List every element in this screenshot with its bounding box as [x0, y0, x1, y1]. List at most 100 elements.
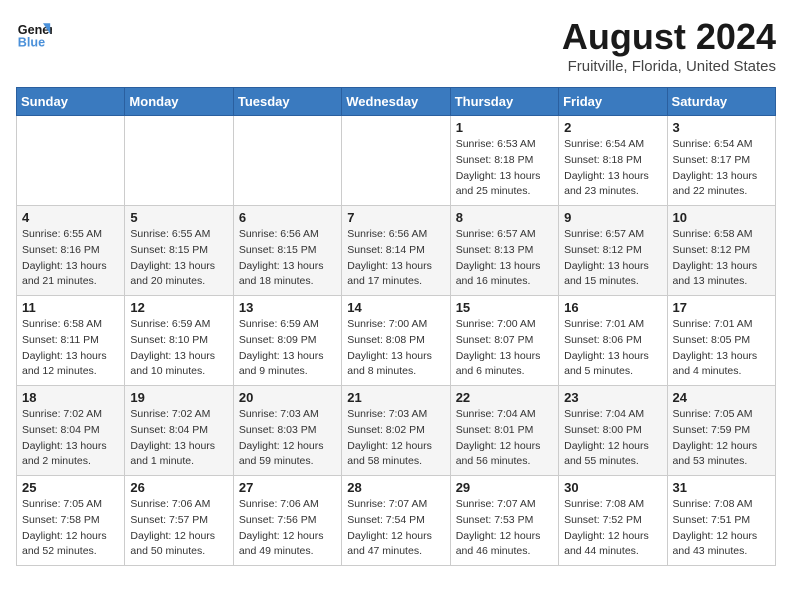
- cell-info: Sunrise: 7:01 AMSunset: 8:05 PMDaylight:…: [673, 317, 770, 380]
- calendar-cell: 4 Sunrise: 6:55 AMSunset: 8:16 PMDaylight…: [17, 206, 125, 296]
- cell-info: Sunrise: 7:02 AMSunset: 8:04 PMDaylight:…: [130, 407, 227, 470]
- calendar-cell: [342, 116, 450, 206]
- calendar-cell: 27Sunrise: 7:06 AMSunset: 7:56 PMDayligh…: [233, 476, 341, 566]
- day-number: 30: [564, 480, 661, 495]
- day-number: 8: [456, 210, 553, 225]
- cell-info: Sunrise: 7:05 AMSunset: 7:58 PMDaylight:…: [22, 497, 119, 560]
- calendar-cell: 30 Sunrise: 7:08 AMSunset: 7:52 PMDayligh…: [559, 476, 667, 566]
- calendar-cell: [125, 116, 233, 206]
- header-row: SundayMondayTuesdayWednesdayThursdayFrid…: [17, 88, 776, 116]
- cell-info: Sunrise: 7:02 AMSunset: 8:04 PMDaylight:…: [22, 407, 119, 470]
- calendar-cell: 2 Sunrise: 6:54 AMSunset: 8:18 PMDaylight…: [559, 116, 667, 206]
- cell-info: Sunrise: 6:54 AMSunset: 8:17 PMDaylight:…: [673, 137, 770, 200]
- calendar-cell: [233, 116, 341, 206]
- cell-info: Sunrise: 7:03 AMSunset: 8:02 PMDaylight:…: [347, 407, 444, 470]
- day-number: 1: [456, 120, 553, 135]
- cell-info: Sunrise: 7:08 AMSunset: 7:52 PMDaylight:…: [564, 497, 661, 560]
- cell-info: Sunrise: 7:05 AMSunset: 7:59 PMDaylight:…: [673, 407, 770, 470]
- day-number: 20: [239, 390, 336, 405]
- location-title: Fruitville, Florida, United States: [562, 58, 776, 75]
- cell-info: Sunrise: 6:59 AMSunset: 8:10 PMDaylight:…: [130, 317, 227, 380]
- month-title: August 2024: [562, 16, 776, 58]
- calendar-cell: 31Sunrise: 7:08 AMSunset: 7:51 PMDayligh…: [667, 476, 775, 566]
- cell-info: Sunrise: 6:56 AMSunset: 8:14 PMDaylight:…: [347, 227, 444, 290]
- calendar-cell: [17, 116, 125, 206]
- day-number: 13: [239, 300, 336, 315]
- day-header-friday: Friday: [559, 88, 667, 116]
- calendar-cell: 26 Sunrise: 7:06 AMSunset: 7:57 PMDayligh…: [125, 476, 233, 566]
- day-number: 15: [456, 300, 553, 315]
- calendar-cell: 23Sunrise: 7:04 AMSunset: 8:00 PMDayligh…: [559, 386, 667, 476]
- day-number: 25: [22, 480, 119, 495]
- calendar-cell: 7 Sunrise: 6:56 AMSunset: 8:14 PMDaylight…: [342, 206, 450, 296]
- day-number: 7: [347, 210, 444, 225]
- cell-info: Sunrise: 7:00 AMSunset: 8:08 PMDaylight:…: [347, 317, 444, 380]
- calendar-cell: 5 Sunrise: 6:55 AMSunset: 8:15 PMDaylight…: [125, 206, 233, 296]
- day-number: 5: [130, 210, 227, 225]
- day-number: 29: [456, 480, 553, 495]
- day-number: 9: [564, 210, 661, 225]
- day-header-monday: Monday: [125, 88, 233, 116]
- week-row-4: 18 Sunrise: 7:02 AMSunset: 8:04 PMDayligh…: [17, 386, 776, 476]
- day-number: 10: [673, 210, 770, 225]
- calendar-cell: 13 Sunrise: 6:59 AMSunset: 8:09 PMDayligh…: [233, 296, 341, 386]
- day-number: 26: [130, 480, 227, 495]
- calendar-cell: 3 Sunrise: 6:54 AMSunset: 8:17 PMDaylight…: [667, 116, 775, 206]
- calendar-cell: 21 Sunrise: 7:03 AMSunset: 8:02 PMDayligh…: [342, 386, 450, 476]
- cell-info: Sunrise: 6:59 AMSunset: 8:09 PMDaylight:…: [239, 317, 336, 380]
- day-number: 2: [564, 120, 661, 135]
- calendar-table: SundayMondayTuesdayWednesdayThursdayFrid…: [16, 87, 776, 566]
- day-number: 18: [22, 390, 119, 405]
- cell-info: Sunrise: 7:07 AMSunset: 7:54 PMDaylight:…: [347, 497, 444, 560]
- cell-info: Sunrise: 6:57 AMSunset: 8:13 PMDaylight:…: [456, 227, 553, 290]
- day-number: 23: [564, 390, 661, 405]
- calendar-cell: 9Sunrise: 6:57 AMSunset: 8:12 PMDaylight…: [559, 206, 667, 296]
- week-row-2: 4 Sunrise: 6:55 AMSunset: 8:16 PMDaylight…: [17, 206, 776, 296]
- cell-info: Sunrise: 7:04 AMSunset: 8:01 PMDaylight:…: [456, 407, 553, 470]
- cell-info: Sunrise: 7:06 AMSunset: 7:57 PMDaylight:…: [130, 497, 227, 560]
- calendar-cell: 24 Sunrise: 7:05 AMSunset: 7:59 PMDayligh…: [667, 386, 775, 476]
- cell-info: Sunrise: 6:55 AMSunset: 8:15 PMDaylight:…: [130, 227, 227, 290]
- day-header-sunday: Sunday: [17, 88, 125, 116]
- logo: General Blue: [16, 16, 52, 52]
- day-number: 12: [130, 300, 227, 315]
- calendar-cell: 29 Sunrise: 7:07 AMSunset: 7:53 PMDayligh…: [450, 476, 558, 566]
- calendar-cell: 11 Sunrise: 6:58 AMSunset: 8:11 PMDayligh…: [17, 296, 125, 386]
- calendar-cell: 28 Sunrise: 7:07 AMSunset: 7:54 PMDayligh…: [342, 476, 450, 566]
- calendar-cell: 15 Sunrise: 7:00 AMSunset: 8:07 PMDayligh…: [450, 296, 558, 386]
- calendar-cell: 12 Sunrise: 6:59 AMSunset: 8:10 PMDayligh…: [125, 296, 233, 386]
- day-number: 14: [347, 300, 444, 315]
- title-area: August 2024 Fruitville, Florida, United …: [562, 16, 776, 75]
- cell-info: Sunrise: 6:54 AMSunset: 8:18 PMDaylight:…: [564, 137, 661, 200]
- day-number: 16: [564, 300, 661, 315]
- cell-info: Sunrise: 7:00 AMSunset: 8:07 PMDaylight:…: [456, 317, 553, 380]
- week-row-1: 1 Sunrise: 6:53 AMSunset: 8:18 PMDaylight…: [17, 116, 776, 206]
- cell-info: Sunrise: 6:55 AMSunset: 8:16 PMDaylight:…: [22, 227, 119, 290]
- calendar-cell: 17Sunrise: 7:01 AMSunset: 8:05 PMDayligh…: [667, 296, 775, 386]
- day-number: 28: [347, 480, 444, 495]
- calendar-cell: 10 Sunrise: 6:58 AMSunset: 8:12 PMDayligh…: [667, 206, 775, 296]
- cell-info: Sunrise: 7:08 AMSunset: 7:51 PMDaylight:…: [673, 497, 770, 560]
- calendar-cell: 20 Sunrise: 7:03 AMSunset: 8:03 PMDayligh…: [233, 386, 341, 476]
- cell-info: Sunrise: 6:58 AMSunset: 8:12 PMDaylight:…: [673, 227, 770, 290]
- page-header: General Blue August 2024 Fruitville, Flo…: [16, 16, 776, 75]
- calendar-cell: 6 Sunrise: 6:56 AMSunset: 8:15 PMDaylight…: [233, 206, 341, 296]
- day-number: 4: [22, 210, 119, 225]
- logo-icon: General Blue: [16, 16, 52, 52]
- day-header-thursday: Thursday: [450, 88, 558, 116]
- cell-info: Sunrise: 7:03 AMSunset: 8:03 PMDaylight:…: [239, 407, 336, 470]
- day-number: 21: [347, 390, 444, 405]
- day-number: 24: [673, 390, 770, 405]
- cell-info: Sunrise: 6:53 AMSunset: 8:18 PMDaylight:…: [456, 137, 553, 200]
- cell-info: Sunrise: 6:56 AMSunset: 8:15 PMDaylight:…: [239, 227, 336, 290]
- calendar-cell: 19Sunrise: 7:02 AMSunset: 8:04 PMDayligh…: [125, 386, 233, 476]
- calendar-cell: 8 Sunrise: 6:57 AMSunset: 8:13 PMDaylight…: [450, 206, 558, 296]
- cell-info: Sunrise: 6:58 AMSunset: 8:11 PMDaylight:…: [22, 317, 119, 380]
- calendar-cell: 16Sunrise: 7:01 AMSunset: 8:06 PMDayligh…: [559, 296, 667, 386]
- cell-info: Sunrise: 7:07 AMSunset: 7:53 PMDaylight:…: [456, 497, 553, 560]
- calendar-cell: 22Sunrise: 7:04 AMSunset: 8:01 PMDayligh…: [450, 386, 558, 476]
- calendar-cell: 1 Sunrise: 6:53 AMSunset: 8:18 PMDaylight…: [450, 116, 558, 206]
- day-number: 3: [673, 120, 770, 135]
- day-number: 6: [239, 210, 336, 225]
- day-number: 11: [22, 300, 119, 315]
